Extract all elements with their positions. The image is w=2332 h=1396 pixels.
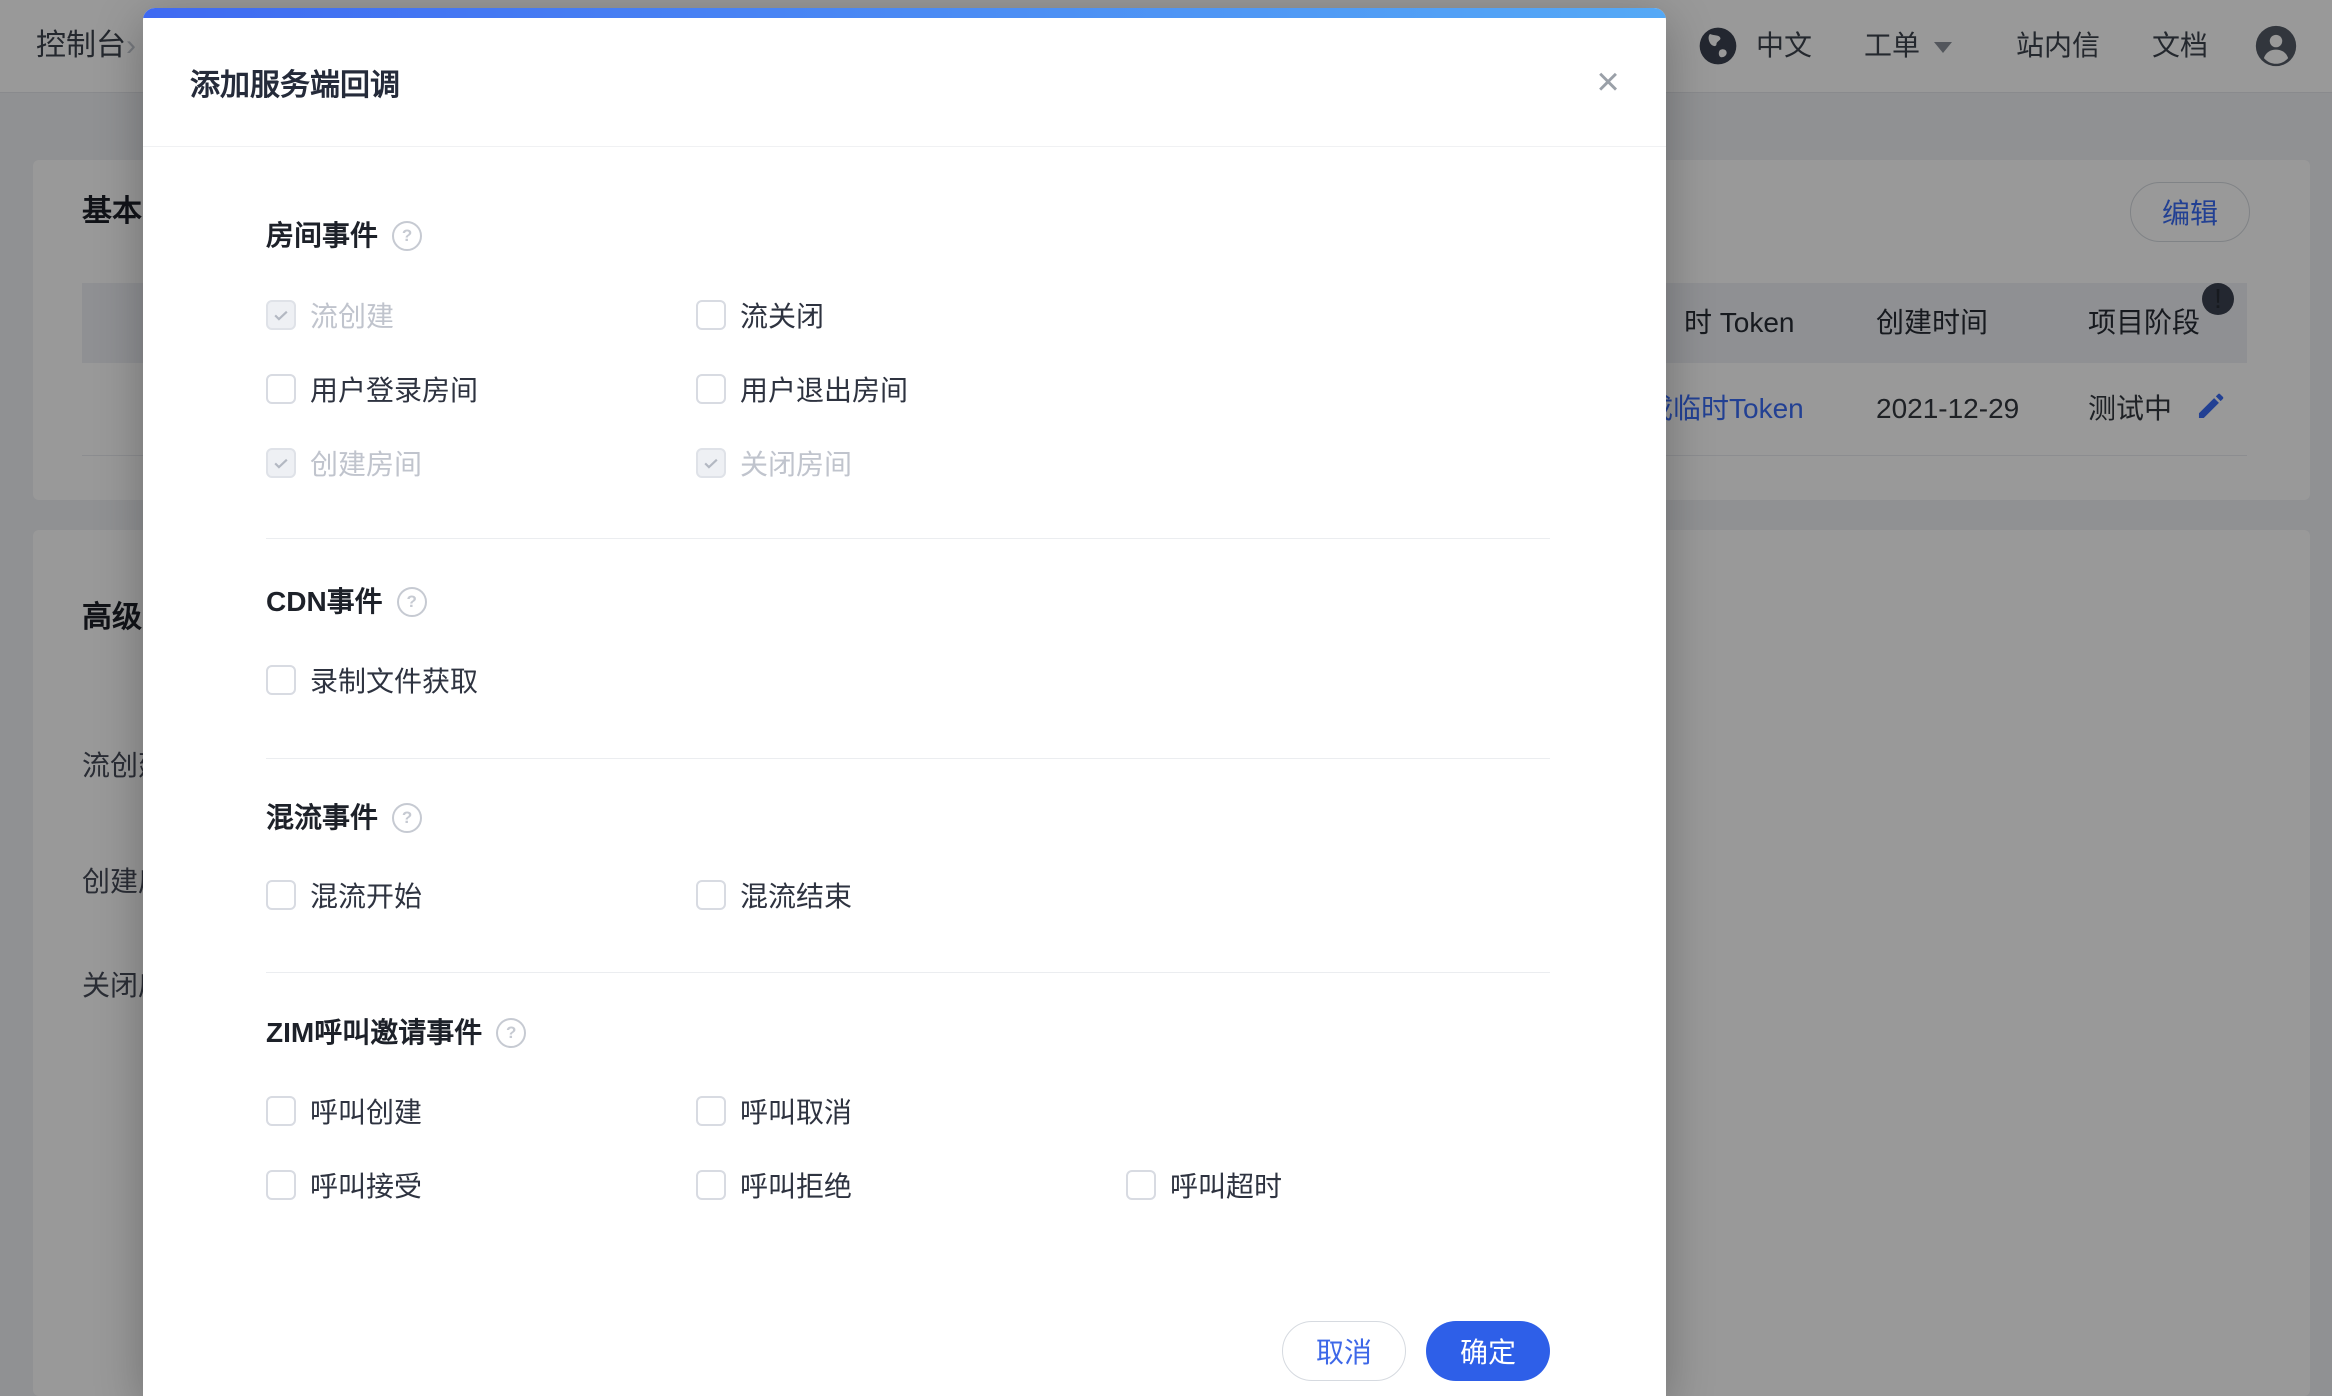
checkbox-label: 关闭房间	[740, 443, 852, 483]
checkbox-unchecked[interactable]	[696, 1096, 726, 1126]
checkbox-item[interactable]: 流关闭	[696, 293, 1126, 337]
checkbox-unchecked[interactable]	[696, 374, 726, 404]
checkbox-unchecked[interactable]	[266, 880, 296, 910]
checkbox-item[interactable]: 呼叫取消	[696, 1089, 1126, 1133]
dialog-footer: 取消 确定	[266, 1321, 1550, 1381]
section-divider	[266, 538, 1550, 539]
checkbox-unchecked[interactable]	[696, 1170, 726, 1200]
checkbox-unchecked[interactable]	[266, 1096, 296, 1126]
checkbox-unchecked[interactable]	[696, 300, 726, 330]
close-icon[interactable]: ×	[1584, 58, 1632, 106]
checkbox-unchecked[interactable]	[266, 374, 296, 404]
section-cdn-events: CDN事件 ?	[266, 582, 1550, 622]
checkbox-unchecked[interactable]	[266, 1170, 296, 1200]
checkbox-label: 流创建	[310, 295, 394, 335]
checkbox-item[interactable]: 录制文件获取	[266, 658, 696, 702]
checkbox-checked-disabled	[266, 448, 296, 478]
checkbox-item[interactable]: 呼叫接受	[266, 1163, 696, 1207]
section-divider	[266, 972, 1550, 973]
checkbox-item[interactable]: 呼叫拒绝	[696, 1163, 1126, 1207]
checkbox-label: 呼叫超时	[1170, 1165, 1282, 1205]
screen: 控制台 › 中文 工单 站内信 文档 基本 编辑 时 Token 创建时间	[0, 0, 2332, 1396]
checkbox-label: 用户登录房间	[310, 369, 478, 409]
dialog-accent-bar	[143, 8, 1666, 18]
confirm-button[interactable]: 确定	[1426, 1321, 1550, 1381]
checkbox-item[interactable]: 用户登录房间	[266, 367, 696, 411]
checkbox-label: 创建房间	[310, 443, 422, 483]
checkbox-unchecked[interactable]	[266, 665, 296, 695]
room-events-options: 流创建 流关闭 用户登录房间 用户退出房间	[266, 293, 1550, 485]
section-divider	[266, 758, 1550, 759]
help-icon[interactable]: ?	[397, 587, 427, 617]
section-title: 混流事件	[266, 798, 378, 838]
help-icon[interactable]: ?	[496, 1018, 526, 1048]
section-zim-call-events: ZIM呼叫邀请事件 ?	[266, 1013, 1550, 1053]
checkbox-unchecked[interactable]	[1126, 1170, 1156, 1200]
checkbox-item: 创建房间	[266, 441, 696, 485]
checkbox-label: 用户退出房间	[740, 369, 908, 409]
add-server-callback-dialog: 添加服务端回调 × 房间事件 ? 流创建 流关闭	[143, 8, 1666, 1396]
checkbox-label: 呼叫接受	[310, 1165, 422, 1205]
checkbox-item: 关闭房间	[696, 441, 1126, 485]
checkbox-item[interactable]: 呼叫超时	[1126, 1163, 1550, 1207]
dialog-title: 添加服务端回调	[190, 60, 400, 104]
checkbox-item[interactable]: 混流结束	[696, 873, 1126, 917]
checkbox-label: 呼叫取消	[740, 1091, 852, 1131]
checkbox-label: 呼叫拒绝	[740, 1165, 852, 1205]
section-mix-events: 混流事件 ?	[266, 798, 1550, 838]
mix-events-options: 混流开始 混流结束	[266, 873, 1550, 917]
section-title: CDN事件	[266, 582, 383, 622]
checkbox-item[interactable]: 用户退出房间	[696, 367, 1126, 411]
checkbox-unchecked[interactable]	[696, 880, 726, 910]
checkbox-label: 呼叫创建	[310, 1091, 422, 1131]
help-icon[interactable]: ?	[392, 803, 422, 833]
checkbox-item[interactable]: 呼叫创建	[266, 1089, 696, 1133]
section-title: 房间事件	[266, 216, 378, 256]
help-icon[interactable]: ?	[392, 221, 422, 251]
checkbox-label: 录制文件获取	[310, 660, 478, 700]
section-room-events: 房间事件 ?	[266, 216, 1550, 256]
checkbox-label: 流关闭	[740, 295, 824, 335]
cancel-button[interactable]: 取消	[1282, 1321, 1406, 1381]
cdn-events-options: 录制文件获取	[266, 658, 1550, 702]
checkbox-label: 混流结束	[740, 875, 852, 915]
zim-call-events-options: 呼叫创建 呼叫取消 呼叫接受 呼叫拒绝 呼叫超时	[266, 1089, 1550, 1207]
section-title: ZIM呼叫邀请事件	[266, 1013, 482, 1053]
checkbox-checked-disabled	[266, 300, 296, 330]
checkbox-checked-disabled	[696, 448, 726, 478]
dialog-header: 添加服务端回调 ×	[143, 18, 1666, 147]
checkbox-item[interactable]: 混流开始	[266, 873, 696, 917]
checkbox-label: 混流开始	[310, 875, 422, 915]
dialog-body: 房间事件 ? 流创建 流关闭 用户登录房间	[143, 216, 1666, 1381]
checkbox-item: 流创建	[266, 293, 696, 337]
